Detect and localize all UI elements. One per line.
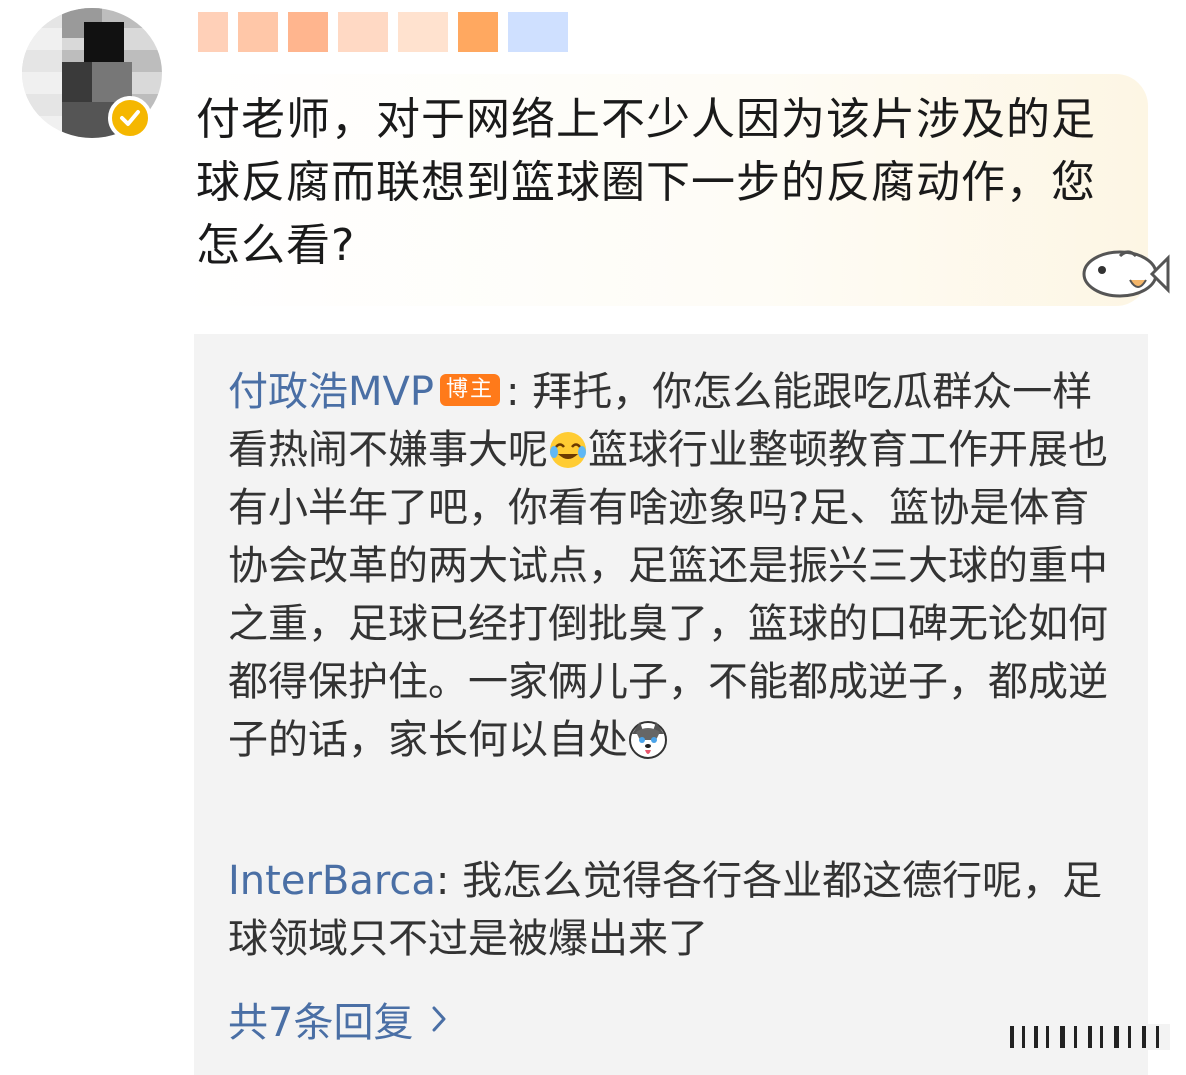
reply-author[interactable]: 付政浩MVP	[228, 369, 434, 415]
reply-item[interactable]: 付政浩MVP 博主: 拜托，你怎么能跟吃瓜群众一样看热闹不嫌事大呢 篮球行业整顿教育…	[228, 363, 1118, 769]
more-replies-link[interactable]: 共7条回复	[228, 990, 447, 1048]
watermark-blurred	[930, 1024, 1170, 1050]
husky-emoji-icon	[628, 718, 668, 759]
more-replies-label: 共7条回复	[228, 1000, 414, 1046]
author-badge: 博主	[440, 374, 501, 406]
reply-text-part-2: 篮球行业整顿教育工作开展也有小半年了吧，你看有啥迹象吗?足、篮协是体育协会改革的…	[228, 427, 1108, 763]
verified-badge-icon	[108, 96, 152, 140]
chevron-right-icon	[432, 1006, 446, 1032]
username-blurred[interactable]	[198, 12, 568, 52]
fish-sticker-icon	[1082, 250, 1170, 298]
comment-text[interactable]: 付老师，对于网络上不少人因为该片涉及的足球反腐而联想到篮球圈下一步的反腐动作，您…	[196, 88, 1116, 277]
reply-item[interactable]: InterBarca: 我怎么觉得各行各业都这德行呢，足球领域只不过是被爆出来了	[228, 852, 1118, 968]
laugh-cry-emoji-icon	[548, 428, 588, 468]
reply-author[interactable]: InterBarca	[228, 858, 436, 904]
